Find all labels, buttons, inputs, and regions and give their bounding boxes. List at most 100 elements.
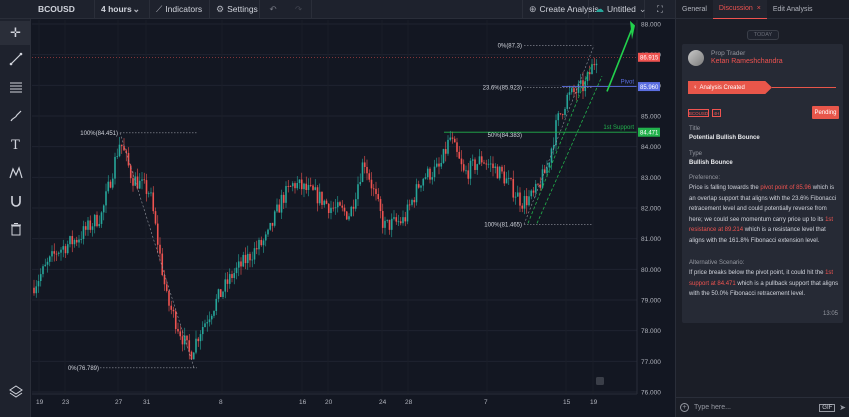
- candle-body: [42, 266, 44, 275]
- preference-label: Preference:: [689, 175, 721, 181]
- candle-body: [485, 163, 488, 165]
- candle-body: [55, 253, 58, 255]
- candle-body: [246, 253, 249, 264]
- crosshair-tool[interactable]: ✛: [0, 21, 31, 45]
- candle-body: [312, 185, 314, 190]
- candle-body: [215, 298, 218, 311]
- interval-select[interactable]: 4 hours ⌄: [95, 0, 150, 19]
- banner-divider: [772, 87, 836, 88]
- plus-icon[interactable]: +: [680, 403, 689, 412]
- pivot-line-label: Pivot: [621, 80, 635, 86]
- text-tool[interactable]: T: [0, 133, 31, 157]
- create-analysis-button[interactable]: ⊕ Create Analysis: [523, 0, 599, 19]
- text-icon: T: [11, 137, 20, 153]
- candle-body: [87, 220, 89, 230]
- title-label: Title: [689, 126, 701, 132]
- candle-body: [404, 217, 407, 222]
- x-tick-label: 24: [379, 399, 387, 406]
- tab-edit-analysis[interactable]: Edit Analysis: [767, 0, 819, 19]
- candle-body: [393, 217, 395, 219]
- candle-body: [145, 180, 148, 194]
- candle-body: [276, 204, 278, 212]
- candle-body: [278, 204, 281, 213]
- x-tick-label: 31: [143, 399, 151, 406]
- candle-body: [339, 202, 341, 206]
- delete-tool[interactable]: [0, 217, 31, 241]
- candle-body: [98, 223, 101, 227]
- type-label: Type: [689, 151, 703, 157]
- fullscreen-button[interactable]: ⛶: [645, 0, 675, 19]
- candle-body: [127, 152, 130, 166]
- fib-lines-tool[interactable]: [0, 75, 31, 99]
- candle-body: [539, 184, 542, 188]
- replay-marker-icon[interactable]: [596, 377, 604, 385]
- price-tag-label: 84.471: [640, 131, 659, 137]
- magnet-tool[interactable]: [0, 189, 31, 213]
- layout-select[interactable]: ☁ Untitled ⌄: [589, 0, 646, 19]
- gif-button[interactable]: GIF: [819, 403, 836, 412]
- candle-body: [379, 199, 382, 212]
- indicators-button[interactable]: ⟋ Indicators: [150, 0, 210, 19]
- y-tick-label: 76.000: [641, 390, 661, 397]
- status-banner-label: Analysis Created: [699, 84, 745, 91]
- candle-body: [82, 226, 85, 239]
- layers-tool[interactable]: [0, 379, 31, 403]
- candle-body: [492, 163, 494, 169]
- close-icon[interactable]: ×: [757, 5, 761, 12]
- candle-body: [501, 166, 503, 172]
- redo-button[interactable]: ↷: [286, 0, 312, 19]
- undo-button[interactable]: ↶: [260, 0, 286, 19]
- symbol-badge: BCOUSD: [688, 109, 709, 117]
- candle-body: [199, 334, 202, 342]
- today-label: TODAY: [746, 30, 780, 40]
- magnet-icon: [10, 196, 21, 207]
- symbol-search[interactable]: BCOUSD: [0, 0, 95, 19]
- candle-body: [231, 274, 233, 279]
- candle-body: [120, 144, 123, 147]
- candle-body: [107, 181, 110, 192]
- candle-body: [480, 156, 483, 163]
- price-axis[interactable]: [637, 20, 675, 417]
- trend-line-tool[interactable]: [0, 47, 31, 71]
- message-composer: + GIF ➤: [676, 397, 849, 417]
- candle-body: [417, 184, 420, 188]
- toolbar-spacer: [312, 0, 523, 19]
- candle-body: [111, 178, 114, 188]
- candle-body: [564, 108, 566, 115]
- tab-general[interactable]: General: [676, 0, 713, 19]
- candle-body: [357, 184, 359, 200]
- candle-body: [222, 291, 224, 297]
- brush-tool[interactable]: [0, 104, 31, 128]
- app-window: BCOUSD 4 hours ⌄ ⟋ Indicators ⚙ Settings ↶ …: [0, 0, 849, 417]
- candle-body: [476, 164, 479, 170]
- price-chart[interactable]: 100%(84.451) 0%(76.789) 0%(87.3) 23.6%(85.9…: [32, 20, 675, 417]
- title-value: Potential Bullish Bounce: [689, 135, 760, 141]
- candle-body: [46, 261, 49, 265]
- y-tick-label: 77.000: [641, 359, 661, 366]
- candle-body: [80, 238, 83, 240]
- pattern-tool[interactable]: [0, 161, 31, 185]
- candle-body: [386, 219, 389, 221]
- send-icon[interactable]: ➤: [839, 403, 846, 412]
- candle-body: [78, 239, 80, 243]
- candle-body: [442, 149, 445, 163]
- alt-scenario-label: Alternative Scenario:: [689, 260, 745, 266]
- candle-body: [402, 217, 404, 224]
- candle-body: [431, 177, 434, 180]
- settings-button[interactable]: ⚙ Settings: [210, 0, 260, 19]
- candle-body: [469, 160, 472, 179]
- candle-body: [44, 264, 47, 267]
- tab-edit-analysis-label: Edit Analysis: [772, 5, 813, 13]
- user-name[interactable]: Ketan Rameshchandra: [711, 58, 783, 65]
- x-tick-label: 16: [299, 399, 307, 406]
- candle-body: [210, 315, 213, 320]
- tab-discussion[interactable]: Discussion ×: [712, 0, 767, 19]
- candle-body: [336, 202, 339, 208]
- message-input[interactable]: [694, 404, 820, 411]
- x-tick-label: 23: [62, 399, 70, 406]
- candle-body: [483, 162, 485, 164]
- candle-body: [48, 256, 51, 262]
- candle-body: [237, 261, 240, 268]
- candle-body: [62, 246, 65, 250]
- candle-body: [433, 166, 436, 178]
